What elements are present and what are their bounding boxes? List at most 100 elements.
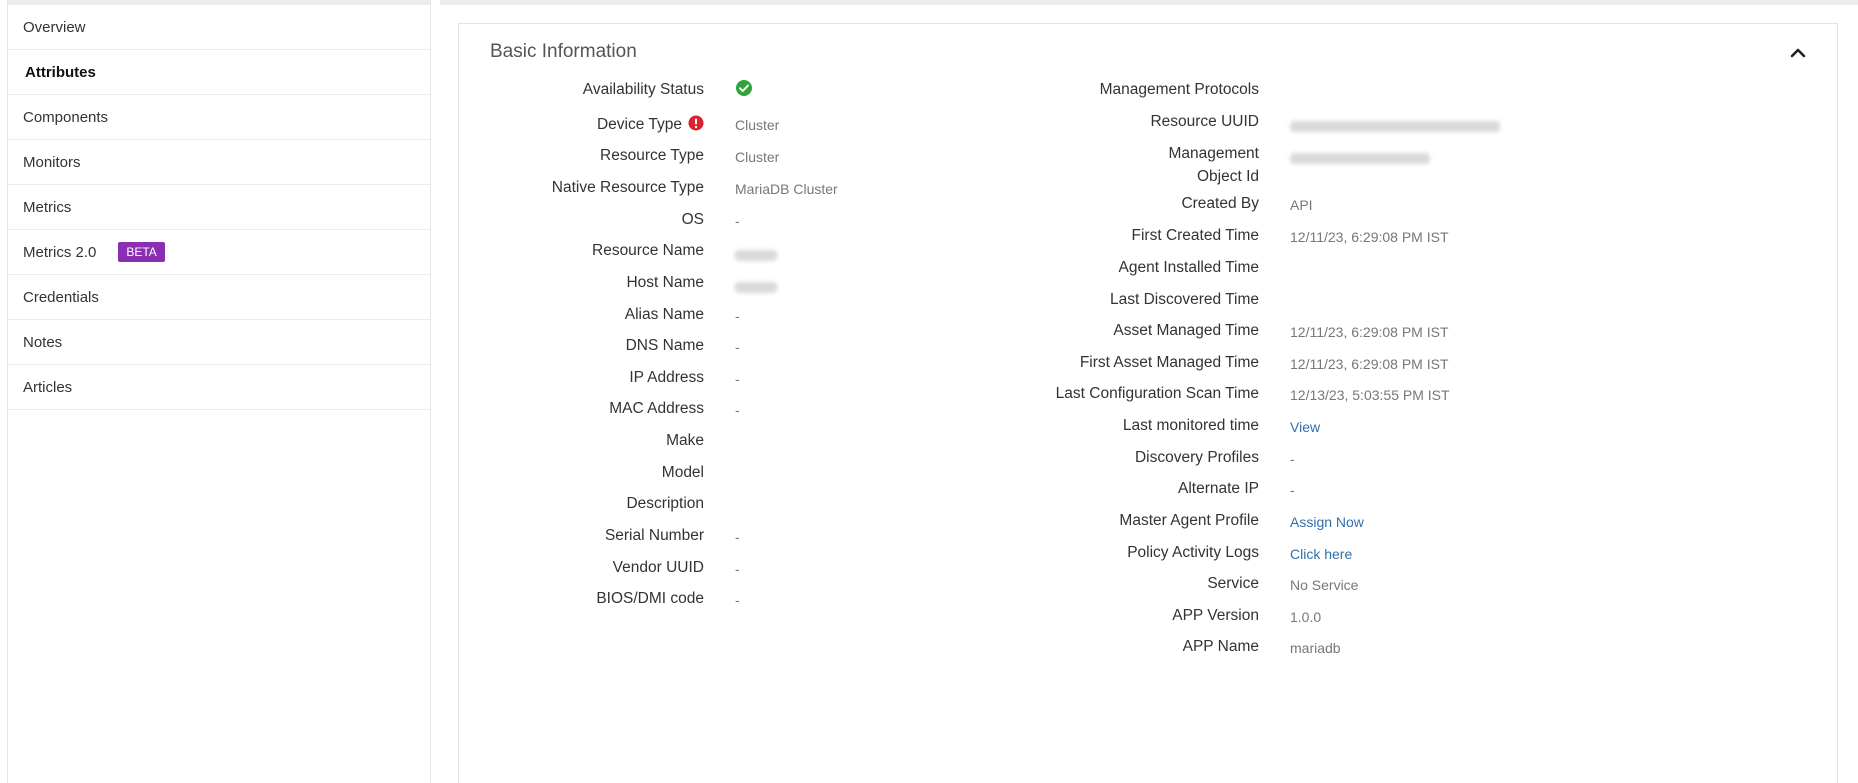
link-policy-activity-logs[interactable]: Click here (1290, 546, 1352, 562)
alert-icon (688, 115, 704, 131)
sidebar-item-components[interactable]: Components (8, 95, 430, 140)
sidebar-item-monitors[interactable]: Monitors (8, 140, 430, 185)
sidebar-item-label: Attributes (25, 63, 96, 81)
field-label-ip-address: IP Address (629, 369, 704, 387)
redacted-value (735, 250, 777, 261)
field-label-text: Make (666, 432, 704, 449)
field-label-description: Description (626, 495, 704, 513)
field-label-asset-managed-time: Asset Managed Time (1113, 322, 1259, 340)
field-value-alias-name: - (735, 308, 740, 324)
field-label-text: Native Resource Type (551, 179, 704, 196)
left-field-row: Host Name (459, 274, 1019, 296)
beta-badge: BETA (118, 242, 165, 262)
field-label-availability-status: Availability Status (583, 81, 704, 99)
field-label-discovery-profiles: Discovery Profiles (1135, 449, 1259, 467)
left-field-row: BIOS/DMI code - (459, 590, 1019, 612)
field-label-vendor-uuid: Vendor UUID (613, 559, 704, 577)
right-field-row: Alternate IP - (1019, 480, 1719, 502)
field-label-text: DNS Name (625, 337, 704, 354)
page-root: Overview Attributes Components Monitors … (0, 0, 1858, 783)
redacted-value (1290, 153, 1430, 164)
field-label-serial-number: Serial Number (605, 527, 704, 545)
field-value-created-by: API (1290, 197, 1313, 213)
field-label-app-name: APP Name (1183, 638, 1259, 656)
right-field-row: Resource UUID (1019, 113, 1719, 135)
left-field-row: IP Address - (459, 369, 1019, 391)
field-label-service: Service (1207, 575, 1259, 593)
field-label-management-object-id: Management Object Id (1169, 142, 1259, 188)
field-label-text: Policy Activity Logs (1127, 544, 1259, 561)
right-field-row: Management Object Id (1019, 145, 1719, 185)
field-value-management-object-id (1290, 147, 1430, 167)
field-value-service: No Service (1290, 577, 1359, 593)
field-label-text: Description (626, 495, 704, 512)
field-label-text: Management Protocols (1099, 81, 1259, 98)
right-field-row: Service No Service (1019, 575, 1719, 597)
sidebar-item-label: Metrics (23, 198, 72, 216)
field-label-first-asset-managed-time: First Asset Managed Time (1080, 354, 1259, 372)
field-label-text: APP Version (1172, 607, 1259, 624)
left-field-row: DNS Name - (459, 337, 1019, 359)
check-circle-icon (736, 80, 752, 96)
field-value-resource-type: Cluster (735, 149, 780, 165)
redacted-value (735, 282, 777, 293)
field-label-agent-installed-time: Agent Installed Time (1119, 259, 1259, 277)
field-value-app-name: mariadb (1290, 640, 1341, 656)
sidebar-item-label: Metrics 2.0 (23, 243, 97, 261)
left-field-row: Make (459, 432, 1019, 454)
sidebar-item-articles[interactable]: Articles (8, 365, 430, 410)
sidebar-item-label: Monitors (23, 153, 81, 171)
sidebar-item-attributes[interactable]: Attributes (8, 50, 430, 95)
field-label-text: Resource Type (600, 147, 704, 164)
card-title: Basic Information (490, 41, 637, 62)
main-content: Basic Information Availability Status Dev… (440, 0, 1858, 783)
sidebar-nav: Overview Attributes Components Monitors … (8, 5, 430, 410)
field-label-text: Service (1207, 575, 1259, 592)
field-label-last-configuration-scan-time: Last Configuration Scan Time (1056, 385, 1259, 403)
sidebar-item-label: Components (23, 108, 109, 126)
right-field-row: Last monitored time View (1019, 417, 1719, 439)
field-label-text: OS (681, 211, 704, 228)
field-label-text: Resource UUID (1150, 113, 1259, 130)
field-label-text: Serial Number (604, 527, 704, 544)
field-label-dns-name: DNS Name (626, 337, 704, 355)
right-field-row: Agent Installed Time (1019, 259, 1719, 281)
field-label-text: Device Type (596, 116, 682, 133)
sidebar-item-label: Overview (23, 18, 86, 36)
field-label-bios-dmi-code: BIOS/DMI code (596, 590, 704, 608)
field-value-last-configuration-scan-time: 12/13/23, 5:03:55 PM IST (1290, 387, 1450, 403)
field-value-native-resource-type: MariaDB Cluster (735, 181, 838, 197)
field-label-text: Vendor UUID (612, 559, 704, 576)
sidebar-item-notes[interactable]: Notes (8, 320, 430, 365)
left-field-row: Native Resource Type MariaDB Cluster (459, 179, 1019, 201)
sidebar-item-overview[interactable]: Overview (8, 5, 430, 50)
basic-information-card: Basic Information Availability Status Dev… (458, 23, 1838, 783)
field-label-line: Object Id (1196, 168, 1259, 185)
right-field-row: Master Agent Profile Assign Now (1019, 512, 1719, 534)
sidebar-item-label: Notes (23, 333, 63, 351)
field-label-resource-type: Resource Type (600, 147, 704, 165)
left-field-row: Device Type Cluster (459, 115, 1019, 137)
sidebar-item-credentials[interactable]: Credentials (8, 275, 430, 320)
field-label-alternate-ip: Alternate IP (1178, 480, 1259, 498)
field-label-resource-uuid: Resource UUID (1150, 113, 1259, 131)
field-label-text: Agent Installed Time (1118, 259, 1259, 276)
sidebar-item-label: Credentials (23, 288, 99, 306)
field-label-last-monitored-time: Last monitored time (1123, 417, 1259, 435)
field-value-ip-address: - (735, 371, 740, 387)
field-label-model: Model (662, 464, 704, 482)
field-label-text: Alias Name (624, 306, 704, 323)
sidebar-item-metrics[interactable]: Metrics (8, 185, 430, 230)
field-value-host-name (735, 276, 777, 296)
field-value-os: - (735, 213, 740, 229)
field-label-created-by: Created By (1181, 195, 1259, 213)
link-master-agent-profile[interactable]: Assign Now (1290, 514, 1364, 530)
field-value-alternate-ip: - (1290, 482, 1295, 498)
sidebar-item-metrics-2[interactable]: Metrics 2.0 BETA (8, 230, 430, 275)
field-value-first-asset-managed-time: 12/11/23, 6:29:08 PM IST (1290, 356, 1449, 372)
right-field-row: Asset Managed Time 12/11/23, 6:29:08 PM I… (1019, 322, 1719, 344)
link-last-monitored-time[interactable]: View (1290, 419, 1320, 435)
chevron-up-icon[interactable] (1787, 42, 1809, 64)
field-label-text: Last Configuration Scan Time (1055, 385, 1259, 402)
field-label-text: MAC Address (609, 400, 704, 417)
